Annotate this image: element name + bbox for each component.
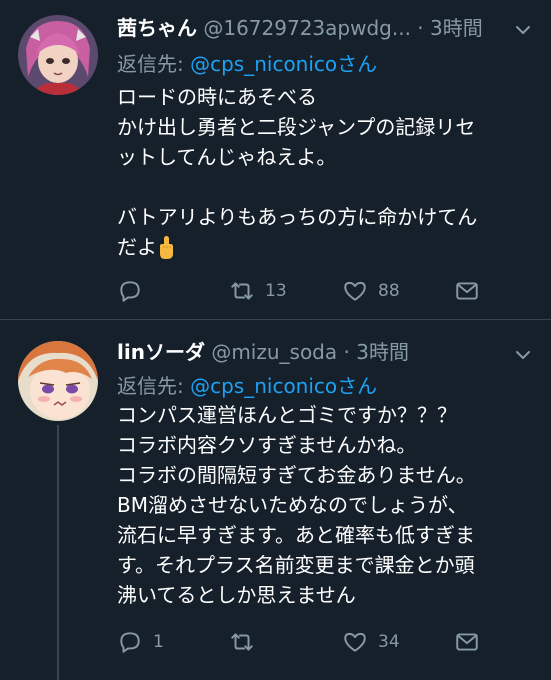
reply-context: 返信先: @cps_niconicoさん	[117, 373, 377, 399]
reply-label: 返信先:	[117, 52, 184, 76]
like-count: 88	[378, 281, 400, 301]
like-action[interactable]: 88	[342, 275, 400, 307]
chevron-down-icon[interactable]	[513, 20, 533, 40]
tweet-text: ロードの時にあそべる かけ出し勇者と二段ジャンプの記録リセ ットしてんじゃねえよ…	[117, 82, 537, 262]
reply-count: 1	[153, 632, 164, 652]
tweet-2[interactable]: linソーダ @mizu_soda · 3時間 返信先: @cps_niconi…	[0, 321, 551, 680]
tweet-text-fragment: だよ	[117, 235, 157, 259]
tweet-divider	[0, 319, 551, 320]
retweet-action[interactable]	[229, 626, 265, 658]
tweet-actions: 13 88	[117, 275, 531, 307]
reply-icon	[120, 281, 140, 302]
retweet-action[interactable]: 13	[229, 275, 287, 307]
tweet-text-line: BM溜めさせないためなのでしょうが、	[117, 493, 468, 517]
tweet-text: コンパス運営ほんとゴミですか？？？ コラボ内容クソすぎませんかね。 コラボの間隔…	[117, 400, 537, 610]
tweet-text-line: ロードの時にあそべる	[117, 85, 317, 109]
tweet-text-line-last: だよ	[117, 232, 537, 262]
reply-target-link[interactable]: @cps_niconicoさん	[190, 374, 377, 398]
tweet-header: 茜ちゃん @16729723apwdg... · 3時間	[117, 14, 531, 42]
avatar[interactable]	[18, 341, 98, 421]
thread-line	[57, 425, 59, 680]
retweet-count: 13	[265, 281, 287, 301]
like-count: 34	[378, 632, 400, 652]
separator-dot: ·	[343, 340, 350, 364]
retweet-icon	[231, 633, 253, 651]
tweet-text-line: 沸いてるとしか思えません	[117, 583, 356, 607]
tweet-1[interactable]: 茜ちゃん @16729723apwdg... · 3時間 返信先: @cps_n…	[0, 0, 551, 320]
display-name[interactable]: linソーダ	[117, 340, 205, 364]
share-icon	[456, 282, 478, 300]
tweet-text-line: コラボの間隔短すぎてお金ありません。	[117, 463, 476, 487]
reply-icon	[120, 632, 140, 653]
display-name[interactable]: 茜ちゃん	[117, 16, 197, 40]
reply-action[interactable]: 1	[117, 626, 164, 658]
tweet-text-line: コラボ内容クソすぎませんかね。	[117, 433, 417, 457]
pointing-up-hand-icon	[160, 236, 173, 259]
avatar[interactable]	[18, 15, 98, 95]
retweet-icon	[231, 282, 253, 300]
tweet-text-line: コンパス運営ほんとゴミですか？？？	[117, 403, 457, 427]
share-action[interactable]	[454, 626, 480, 658]
separator-dot: ·	[417, 16, 424, 40]
user-handle[interactable]: @mizu_soda	[211, 340, 337, 364]
like-action[interactable]: 34	[342, 626, 400, 658]
reply-target-link[interactable]: @cps_niconicoさん	[190, 52, 377, 76]
like-icon	[344, 281, 366, 301]
like-icon	[344, 632, 366, 652]
tweet-text-line: す。それプラス名前変更まで課金とか頭	[117, 553, 475, 577]
user-handle[interactable]: @16729723apwdg...	[203, 16, 411, 40]
tweet-header: linソーダ @mizu_soda · 3時間	[117, 338, 531, 366]
tweet-actions: 1 34	[117, 626, 531, 658]
tweet-text-line: ットしてんじゃねえよ。	[117, 145, 337, 169]
tweet-text-line: 流石に早すぎます。あと確率も低すぎま	[117, 523, 475, 547]
reply-context: 返信先: @cps_niconicoさん	[117, 51, 377, 77]
share-action[interactable]	[454, 275, 480, 307]
reply-label: 返信先:	[117, 374, 184, 398]
share-icon	[456, 633, 478, 651]
timestamp[interactable]: 3時間	[430, 16, 483, 40]
chevron-down-icon[interactable]	[513, 345, 533, 365]
tweet-text-line: バトアリよりもあっちの方に命かけてん	[117, 205, 478, 229]
reply-action[interactable]	[117, 275, 153, 307]
tweet-text-line: かけ出し勇者と二段ジャンプの記録リセ	[117, 115, 476, 139]
timestamp[interactable]: 3時間	[356, 340, 409, 364]
